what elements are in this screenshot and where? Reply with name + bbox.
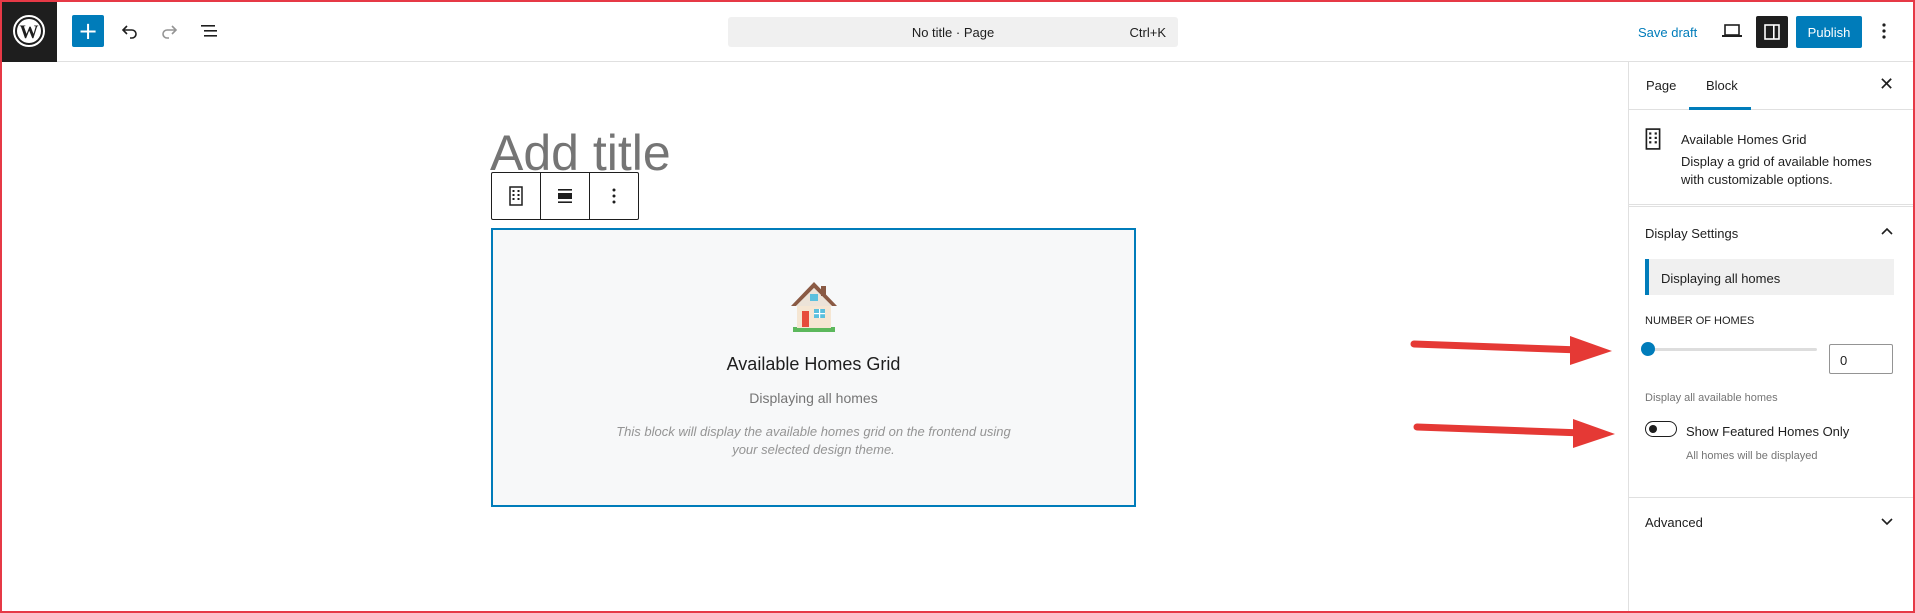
number-of-homes-help: Display all available homes (1645, 392, 1778, 404)
document-title: No title · Page (911, 25, 995, 40)
available-homes-grid-block[interactable]: Available Homes Grid Displaying all home… (491, 228, 1136, 507)
settings-sidebar: Page Block ✕ Available Homes Grid Displa… (1628, 62, 1915, 613)
building-icon (1645, 128, 1661, 150)
wordpress-logo-icon[interactable]: W (0, 0, 57, 62)
annotation-arrow-icon (1413, 419, 1615, 448)
block-note: This block will display the available ho… (616, 424, 1011, 457)
vertical-ellipsis-icon (1882, 23, 1886, 39)
number-of-homes-label: NUMBER OF HOMES (1645, 315, 1755, 327)
chevron-up-icon[interactable] (1877, 222, 1897, 242)
align-wide-icon (558, 189, 572, 203)
advanced-toggle[interactable]: Advanced (1645, 515, 1703, 530)
annotation-arrow-icon (1410, 336, 1612, 365)
number-of-homes-slider-track[interactable] (1645, 348, 1817, 351)
tab-page[interactable]: Page (1646, 78, 1676, 93)
save-draft-button[interactable]: Save draft (1638, 25, 1697, 40)
display-settings-toggle[interactable]: Display Settings (1645, 226, 1738, 241)
settings-toggle-button[interactable] (1756, 16, 1788, 48)
number-of-homes-slider-thumb[interactable] (1641, 342, 1655, 356)
add-block-button[interactable]: + (72, 15, 104, 47)
block-subtitle: Displaying all homes (749, 390, 878, 406)
house-icon (791, 282, 837, 332)
preview-button[interactable] (1716, 15, 1748, 47)
block-card: Available Homes Grid Display a grid of a… (1629, 110, 1915, 207)
plus-icon: + (77, 17, 99, 45)
options-menu-button[interactable] (1868, 15, 1900, 47)
featured-homes-toggle[interactable] (1645, 421, 1677, 437)
block-options-button[interactable] (590, 173, 638, 219)
block-toolbar (491, 172, 639, 220)
keyboard-shortcut: Ctrl+K (1129, 25, 1166, 40)
redo-button[interactable] (153, 15, 185, 47)
redo-icon (162, 25, 178, 39)
sidebar-panel-icon (1764, 24, 1780, 40)
sidebar-tabs: Page Block ✕ (1629, 62, 1915, 110)
align-button[interactable] (541, 173, 590, 219)
chevron-down-icon[interactable] (1877, 511, 1897, 531)
block-heading: Available Homes Grid (726, 354, 901, 374)
block-card-description: Display a grid of available homes with c… (1681, 154, 1872, 187)
vertical-ellipsis-icon (612, 188, 616, 204)
panel-divider (1629, 204, 1915, 205)
editor-top-bar: W + No title · Page Ctrl+K Save draft Pu… (0, 0, 1915, 62)
number-of-homes-input[interactable]: 0 (1829, 344, 1893, 374)
list-view-icon (201, 25, 217, 37)
document-overview-button[interactable] (193, 15, 225, 47)
close-sidebar-icon[interactable]: ✕ (1879, 74, 1894, 95)
featured-homes-toggle-label[interactable]: Show Featured Homes Only (1686, 424, 1849, 439)
display-notice: Displaying all homes (1645, 259, 1894, 295)
svg-text:W: W (19, 22, 38, 43)
undo-icon (121, 25, 137, 39)
laptop-icon (1722, 24, 1742, 37)
featured-homes-help: All homes will be displayed (1686, 450, 1818, 462)
toggle-knob (1649, 425, 1657, 433)
block-card-title: Available Homes Grid (1681, 132, 1807, 147)
command-palette-bar[interactable]: No title · Page Ctrl+K (728, 17, 1178, 47)
panel-divider (1629, 497, 1915, 498)
block-type-button[interactable] (492, 173, 541, 219)
building-icon (509, 186, 523, 206)
publish-button[interactable]: Publish (1796, 16, 1862, 48)
tab-block[interactable]: Block (1706, 78, 1738, 93)
undo-button[interactable] (114, 15, 146, 47)
